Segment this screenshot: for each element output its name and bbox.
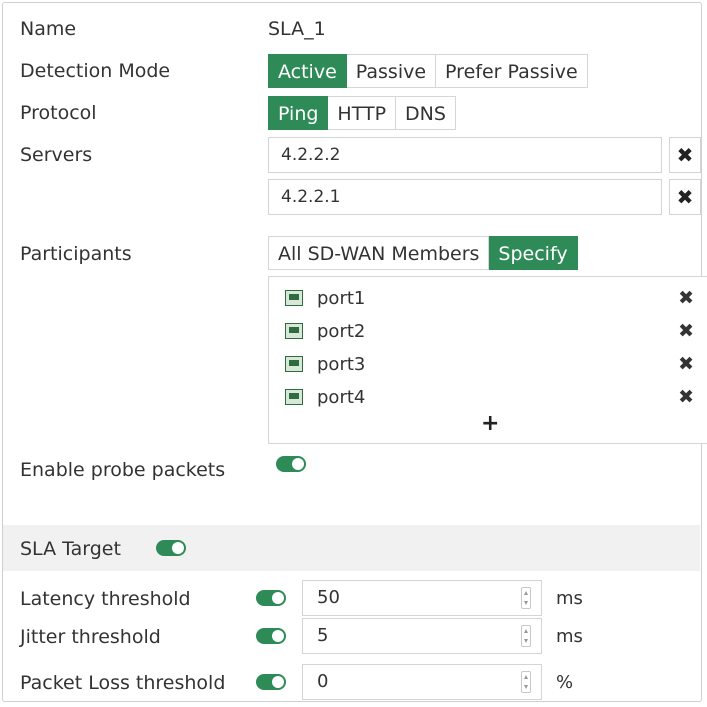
server-remove-icon-2[interactable]: ✖ bbox=[669, 179, 701, 215]
list-item: port2 bbox=[285, 316, 365, 346]
packet-loss-threshold-value: 0 bbox=[317, 671, 329, 692]
servers-label: Servers bbox=[20, 144, 93, 166]
packet-loss-spinner-icon[interactable] bbox=[521, 671, 531, 693]
protocol-ping[interactable]: Ping bbox=[268, 96, 329, 130]
server-remove-icon-1[interactable]: ✖ bbox=[669, 137, 701, 173]
detection-mode-active[interactable]: Active bbox=[268, 54, 347, 88]
participants-selector: All SD-WAN Members Specify bbox=[268, 236, 578, 270]
interface-port-icon bbox=[285, 356, 303, 372]
jitter-threshold-value: 5 bbox=[317, 625, 329, 646]
packet-loss-threshold-input[interactable]: 0 bbox=[302, 664, 542, 700]
add-participant-icon[interactable]: + bbox=[481, 411, 499, 436]
name-label: Name bbox=[20, 18, 77, 40]
participant-port2: port2 bbox=[317, 320, 366, 342]
participant-remove-icon-3[interactable]: ✖ bbox=[678, 353, 694, 375]
latency-threshold-label: Latency threshold bbox=[20, 588, 191, 610]
detection-mode-prefer-passive[interactable]: Prefer Passive bbox=[436, 54, 588, 88]
latency-threshold-toggle[interactable] bbox=[256, 590, 286, 606]
server-input-1[interactable]: 4.2.2.2 bbox=[268, 137, 662, 173]
detection-mode-passive[interactable]: Passive bbox=[346, 54, 437, 88]
interface-port-icon bbox=[285, 290, 303, 306]
latency-unit: ms bbox=[556, 588, 583, 609]
name-value[interactable]: SLA_1 bbox=[268, 18, 326, 40]
protocol-label: Protocol bbox=[20, 102, 97, 124]
detection-mode-selector: Active Passive Prefer Passive bbox=[268, 54, 588, 88]
protocol-dns[interactable]: DNS bbox=[396, 96, 456, 130]
participants-specify[interactable]: Specify bbox=[489, 236, 578, 270]
probe-packets-label: Enable probe packets bbox=[20, 459, 226, 481]
jitter-threshold-toggle[interactable] bbox=[256, 628, 286, 644]
protocol-http[interactable]: HTTP bbox=[328, 96, 397, 130]
list-item: port1 bbox=[285, 283, 365, 313]
jitter-threshold-label: Jitter threshold bbox=[20, 626, 161, 648]
participants-all-members[interactable]: All SD-WAN Members bbox=[268, 236, 490, 270]
packet-loss-threshold-label: Packet Loss threshold bbox=[20, 672, 226, 694]
participant-port1: port1 bbox=[317, 287, 366, 309]
detection-mode-label: Detection Mode bbox=[20, 60, 171, 82]
packet-loss-unit: % bbox=[556, 672, 574, 693]
latency-threshold-input[interactable]: 50 bbox=[302, 580, 542, 616]
sla-target-toggle[interactable] bbox=[156, 540, 186, 556]
participant-remove-icon-2[interactable]: ✖ bbox=[678, 320, 694, 342]
jitter-spinner-icon[interactable] bbox=[521, 625, 531, 647]
participants-label: Participants bbox=[20, 243, 132, 265]
jitter-unit: ms bbox=[556, 626, 583, 647]
latency-spinner-icon[interactable] bbox=[521, 587, 531, 609]
interface-port-icon bbox=[285, 323, 303, 339]
participant-port4: port4 bbox=[317, 386, 366, 408]
participants-list: port1 ✖ port2 ✖ port3 ✖ port4 ✖ + bbox=[268, 276, 707, 444]
participant-remove-icon-4[interactable]: ✖ bbox=[678, 386, 694, 408]
latency-threshold-value: 50 bbox=[317, 587, 340, 608]
server-input-2[interactable]: 4.2.2.1 bbox=[268, 179, 662, 215]
interface-port-icon bbox=[285, 389, 303, 405]
list-item: port3 bbox=[285, 349, 365, 379]
participant-port3: port3 bbox=[317, 353, 366, 375]
list-item: port4 bbox=[285, 382, 365, 412]
sla-target-label: SLA Target bbox=[20, 538, 121, 560]
protocol-selector: Ping HTTP DNS bbox=[268, 96, 456, 130]
participant-remove-icon-1[interactable]: ✖ bbox=[678, 287, 694, 309]
jitter-threshold-input[interactable]: 5 bbox=[302, 618, 542, 654]
probe-packets-toggle[interactable] bbox=[276, 456, 306, 472]
packet-loss-threshold-toggle[interactable] bbox=[256, 674, 286, 690]
